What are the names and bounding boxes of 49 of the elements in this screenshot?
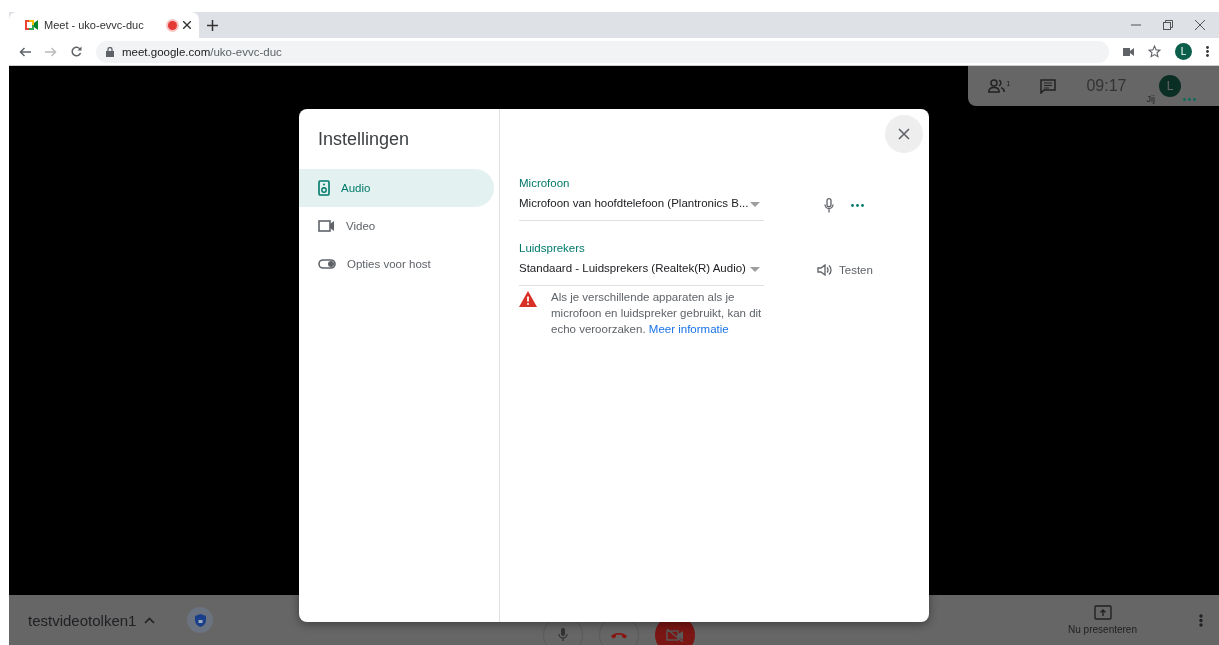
microphone-label: Microfoon bbox=[519, 177, 571, 189]
people-icon bbox=[988, 79, 1005, 93]
speakers-dropdown[interactable]: Standaard - Luidsprekers (Realtek(R) Audio) bbox=[519, 262, 764, 286]
settings-nav-item[interactable]: Video bbox=[299, 207, 494, 245]
present-screen-icon bbox=[1093, 605, 1112, 620]
reload-icon[interactable] bbox=[71, 46, 82, 57]
microphone-icon bbox=[558, 628, 569, 642]
warning-text: Als je verschillende apparaten als je microfoon en luidspreker gebruikt, kan dit echo veroorzaken. Meer informatie bbox=[551, 290, 763, 337]
close-icon bbox=[898, 128, 910, 140]
microphone-dropdown[interactable]: Microfoon van hoofdtelefoon (Plantronics B... bbox=[519, 197, 764, 221]
settings-nav-item[interactable]: Audio bbox=[299, 169, 494, 207]
chat-icon[interactable] bbox=[1040, 78, 1057, 94]
more-dots-icon[interactable] bbox=[851, 203, 864, 207]
dropdown-caret-icon bbox=[750, 267, 760, 272]
more-info-link[interactable]: Meer informatie bbox=[648, 323, 729, 335]
phone-icon bbox=[611, 631, 628, 639]
star-icon[interactable] bbox=[1148, 45, 1161, 58]
lock-icon bbox=[106, 46, 114, 57]
profile-avatar[interactable]: L bbox=[1175, 43, 1192, 60]
tab-title: Meet - uko-evvc-duc bbox=[44, 19, 145, 31]
toggle-icon bbox=[318, 259, 336, 269]
video-camera-icon bbox=[318, 220, 335, 232]
close-icon[interactable] bbox=[183, 21, 191, 29]
restore-icon[interactable] bbox=[1163, 20, 1173, 30]
back-arrow-icon[interactable] bbox=[19, 46, 31, 57]
dialog-title: Instellingen bbox=[318, 129, 411, 151]
url-text: meet.google.com/uko-evvc-duc bbox=[122, 45, 282, 58]
warning-icon bbox=[519, 291, 537, 307]
close-icon[interactable] bbox=[1195, 20, 1205, 30]
settings-nav-item[interactable]: Opties voor host bbox=[299, 245, 494, 283]
microphone-icon bbox=[824, 197, 834, 213]
meet-logo-icon bbox=[25, 20, 38, 30]
camera-icon[interactable] bbox=[1123, 47, 1134, 56]
caret-up-icon[interactable] bbox=[144, 616, 156, 624]
close-button[interactable] bbox=[885, 115, 923, 153]
speaker-volume-icon bbox=[817, 264, 832, 276]
speakers-label: Luidsprekers bbox=[519, 242, 586, 254]
new-tab-icon[interactable] bbox=[207, 19, 218, 31]
self-label: Jij bbox=[1146, 94, 1155, 104]
dropdown-caret-icon bbox=[750, 202, 760, 207]
more-dots-icon[interactable] bbox=[1183, 98, 1196, 101]
test-speakers-button[interactable]: Testen bbox=[817, 264, 873, 276]
user-avatar: L bbox=[1159, 75, 1181, 97]
shield-lock-icon bbox=[194, 613, 206, 627]
browser-tab[interactable]: Meet - uko-evvc-duc bbox=[9, 12, 199, 38]
more-vert-icon[interactable] bbox=[1206, 46, 1209, 57]
camera-off-icon bbox=[666, 628, 685, 642]
speaker-icon bbox=[318, 180, 330, 196]
address-bar[interactable]: meet.google.com/uko-evvc-duc bbox=[96, 40, 1109, 63]
